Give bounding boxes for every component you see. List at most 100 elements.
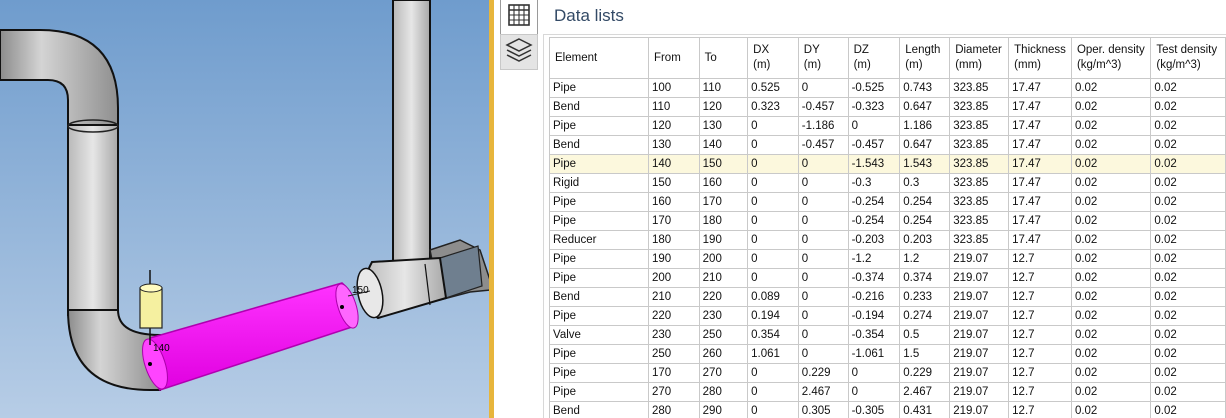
table-cell[interactable]: 0.229: [797, 363, 849, 383]
table-cell[interactable]: 0: [747, 249, 799, 269]
table-cell[interactable]: 180: [698, 211, 749, 231]
table-cell[interactable]: 0: [797, 78, 849, 98]
table-cell[interactable]: 0: [747, 154, 799, 174]
table-cell[interactable]: 0.02: [1070, 249, 1152, 269]
table-cell[interactable]: 0.02: [1150, 154, 1226, 174]
table-cell[interactable]: 230: [647, 325, 700, 345]
table-row[interactable]: Pipe 100 110 0.525 0 -0.525 0.743 323.85 17.47 0.…: [549, 78, 1226, 98]
table-cell[interactable]: -0.254: [847, 211, 901, 231]
table-cell[interactable]: 140: [698, 135, 749, 155]
table-cell[interactable]: 130: [647, 135, 700, 155]
table-cell[interactable]: 0: [797, 154, 849, 174]
table-cell[interactable]: 219.07: [949, 306, 1010, 326]
table-cell[interactable]: -0.216: [847, 287, 901, 307]
table-cell[interactable]: 0.02: [1150, 97, 1226, 117]
table-cell[interactable]: 0.02: [1150, 306, 1226, 326]
table-cell[interactable]: 270: [647, 382, 700, 402]
table-cell[interactable]: 0.02: [1070, 344, 1152, 364]
table-cell[interactable]: -0.305: [847, 401, 901, 418]
table-cell[interactable]: Bend: [549, 287, 649, 307]
column-header[interactable]: Diameter (mm): [949, 37, 1010, 79]
table-cell[interactable]: -0.374: [847, 268, 901, 288]
table-cell[interactable]: 0: [797, 211, 849, 231]
table-cell[interactable]: Bend: [549, 401, 649, 418]
table-cell[interactable]: 170: [647, 363, 700, 383]
table-cell[interactable]: 0.02: [1070, 325, 1152, 345]
table-row[interactable]: Reducer 180 190 0 0 -0.203 0.203 323.85 17.47 0.0…: [549, 230, 1226, 250]
table-cell[interactable]: 0.525: [747, 78, 799, 98]
table-cell[interactable]: 0: [747, 116, 799, 136]
table-cell[interactable]: 219.07: [949, 363, 1010, 383]
table-cell[interactable]: 0.02: [1150, 249, 1226, 269]
table-cell[interactable]: 0: [747, 173, 799, 193]
table-cell[interactable]: 0.02: [1150, 268, 1226, 288]
table-cell[interactable]: Pipe: [549, 78, 649, 98]
table-cell[interactable]: -0.354: [847, 325, 901, 345]
table-row[interactable]: Pipe 170 270 0 0.229 0 0.229 219.07 12.7 0.02 0.02: [549, 363, 1226, 383]
table-cell[interactable]: 0: [747, 230, 799, 250]
table-cell[interactable]: 250: [698, 325, 749, 345]
table-cell[interactable]: 17.47: [1008, 116, 1072, 136]
table-cell[interactable]: 0: [747, 211, 799, 231]
table-cell[interactable]: 323.85: [949, 78, 1010, 98]
table-cell[interactable]: 323.85: [949, 135, 1010, 155]
table-row[interactable]: Pipe 190 200 0 0 -1.2 1.2 219.07 12.7 0.02 0.02: [549, 249, 1226, 269]
table-cell[interactable]: 0.254: [899, 211, 951, 231]
table-cell[interactable]: 0: [797, 192, 849, 212]
table-row[interactable]: Valve 230 250 0.354 0 -0.354 0.5 219.07 12.7 0.02…: [549, 325, 1226, 345]
table-row[interactable]: Rigid 150 160 0 0 -0.3 0.3 323.85 17.47 0.02 0.02: [549, 173, 1226, 193]
table-cell[interactable]: Rigid: [549, 173, 649, 193]
table-cell[interactable]: 323.85: [949, 97, 1010, 117]
table-cell[interactable]: -1.061: [847, 344, 901, 364]
table-cell[interactable]: -1.543: [847, 154, 901, 174]
table-cell[interactable]: 2.467: [899, 382, 951, 402]
table-cell[interactable]: 0: [847, 382, 901, 402]
table-cell[interactable]: 280: [698, 382, 749, 402]
column-header[interactable]: DY (m): [797, 37, 849, 79]
table-cell[interactable]: 0: [797, 173, 849, 193]
table-cell[interactable]: 110: [698, 78, 749, 98]
table-cell[interactable]: 0.305: [797, 401, 849, 418]
table-cell[interactable]: 0.194: [747, 306, 799, 326]
table-cell[interactable]: 0: [747, 382, 799, 402]
table-cell[interactable]: 0.02: [1150, 325, 1226, 345]
table-cell[interactable]: 219.07: [949, 268, 1010, 288]
column-header[interactable]: Element: [549, 37, 649, 79]
table-cell[interactable]: -1.186: [797, 116, 849, 136]
table-cell[interactable]: 260: [698, 344, 749, 364]
table-cell[interactable]: 180: [647, 230, 700, 250]
table-cell[interactable]: 0.02: [1150, 344, 1226, 364]
table-cell[interactable]: 160: [647, 192, 700, 212]
column-header[interactable]: Test density (kg/m^3): [1150, 37, 1226, 79]
table-cell[interactable]: 0: [747, 401, 799, 418]
table-cell[interactable]: 0.02: [1070, 287, 1152, 307]
table-cell[interactable]: 0.089: [747, 287, 799, 307]
column-header[interactable]: Thickness (mm): [1008, 37, 1072, 79]
table-cell[interactable]: Pipe: [549, 249, 649, 269]
table-cell[interactable]: 0.431: [899, 401, 951, 418]
table-cell[interactable]: 0.02: [1150, 116, 1226, 136]
table-cell[interactable]: 290: [698, 401, 749, 418]
table-row[interactable]: Pipe 120 130 0 -1.186 0 1.186 323.85 17.47 0.02 0.…: [549, 116, 1226, 136]
table-cell[interactable]: 323.85: [949, 230, 1010, 250]
table-cell[interactable]: 219.07: [949, 249, 1010, 269]
table-cell[interactable]: Pipe: [549, 344, 649, 364]
table-cell[interactable]: Pipe: [549, 116, 649, 136]
table-row[interactable]: Pipe 160 170 0 0 -0.254 0.254 323.85 17.47 0.02 0.…: [549, 192, 1226, 212]
table-row[interactable]: Pipe 200 210 0 0 -0.374 0.374 219.07 12.7 0.02 0.0…: [549, 268, 1226, 288]
table-cell[interactable]: 0.02: [1150, 211, 1226, 231]
table-cell[interactable]: 17.47: [1008, 211, 1072, 231]
table-cell[interactable]: 0.743: [899, 78, 951, 98]
table-cell[interactable]: 0.02: [1070, 382, 1152, 402]
table-cell[interactable]: 1.061: [747, 344, 799, 364]
table-cell[interactable]: 0.02: [1150, 78, 1226, 98]
table-cell[interactable]: 323.85: [949, 116, 1010, 136]
table-cell[interactable]: 17.47: [1008, 97, 1072, 117]
table-cell[interactable]: 0.5: [899, 325, 951, 345]
data-lists-button[interactable]: [500, 0, 538, 35]
column-header[interactable]: To: [698, 37, 749, 79]
table-cell[interactable]: 17.47: [1008, 230, 1072, 250]
table-cell[interactable]: 0.02: [1070, 306, 1152, 326]
table-cell[interactable]: 0.02: [1150, 230, 1226, 250]
column-header[interactable]: From: [647, 37, 700, 79]
